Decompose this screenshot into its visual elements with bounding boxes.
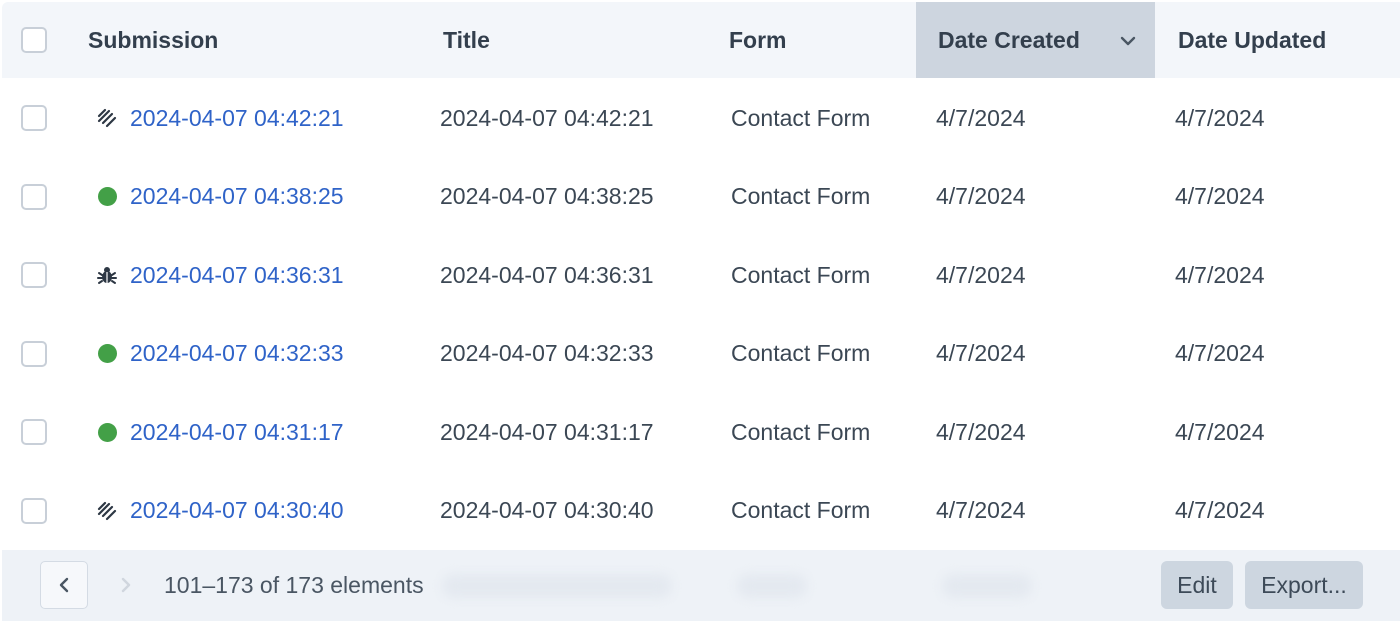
date-created-cell: 4/7/2024 [936,104,1026,131]
submission-cell: 2024-04-07 04:30:40 [96,472,344,550]
form-cell: Contact Form [731,497,871,523]
date-created-cell: 4/7/2024 [936,497,1026,523]
date-updated-cell: 4/7/2024 [1175,497,1265,523]
previous-page-button[interactable] [40,561,88,609]
submission-link[interactable]: 2024-04-07 04:38:25 [130,183,344,210]
edit-button[interactable]: Edit [1161,561,1233,609]
column-header-date-created[interactable]: Date Created [916,2,1155,78]
table-row[interactable]: 2024-04-07 04:31:17 2024-04-07 04:31:17 … [0,393,1400,471]
table-footer: 101–173 of 173 elements Edit Export... [2,550,1400,621]
submission-cell: 2024-04-07 04:38:25 [96,158,344,236]
form-cell: Contact Form [731,340,871,366]
column-header-title[interactable]: Title [443,2,713,78]
form-cell: Contact Form [731,418,871,445]
green-dot-icon [96,343,118,365]
row-checkbox[interactable] [21,340,47,367]
submission-link[interactable]: 2024-04-07 04:31:17 [130,419,344,446]
chevron-right-icon [121,577,131,593]
title-cell: 2024-04-07 04:38:25 [440,183,654,209]
signature-icon [96,107,118,129]
blurred-placeholder [442,574,672,598]
title-cell: 2024-04-07 04:36:31 [440,261,654,288]
column-header-label: Submission [88,26,219,53]
submission-cell: 2024-04-07 04:32:33 [96,315,344,393]
date-updated-cell: 4/7/2024 [1175,418,1265,445]
title-cell: 2024-04-07 04:31:17 [440,418,654,445]
blurred-placeholder [737,574,807,598]
pagination-status: 101–173 of 173 elements [164,572,424,598]
form-cell: Contact Form [731,261,871,288]
next-page-button[interactable] [102,561,150,609]
submission-link[interactable]: 2024-04-07 04:42:21 [130,105,344,132]
select-all-checkbox[interactable] [21,27,47,53]
date-updated-cell: 4/7/2024 [1175,340,1265,366]
row-checkbox[interactable] [21,183,47,210]
column-header-label: Form [729,26,787,53]
form-cell: Contact Form [731,183,871,209]
submission-link[interactable]: 2024-04-07 04:32:33 [130,340,344,367]
submission-link[interactable]: 2024-04-07 04:36:31 [130,262,344,289]
bug-icon [96,264,118,286]
green-dot-icon [96,421,118,443]
submission-cell: 2024-04-07 04:42:21 [96,79,344,157]
chevron-down-icon[interactable] [1119,34,1137,48]
table-row[interactable]: 2024-04-07 04:42:21 2024-04-07 04:42:21 … [0,79,1400,157]
signature-icon [96,500,118,522]
title-cell: 2024-04-07 04:42:21 [440,104,654,131]
row-checkbox[interactable] [21,497,47,524]
column-header-date-updated[interactable]: Date Updated [1178,2,1398,78]
table-header: Submission Title Form Date Created Date … [2,2,1400,78]
row-checkbox[interactable] [21,419,47,445]
column-header-form[interactable]: Form [729,2,909,78]
table-row[interactable]: 2024-04-07 04:38:25 2024-04-07 04:38:25 … [0,158,1400,236]
column-header-label: Title [443,26,490,53]
column-header-label: Date Updated [1178,26,1327,53]
table-row[interactable]: 2024-04-07 04:36:31 2024-04-07 04:36:31 … [0,236,1400,314]
title-cell: 2024-04-07 04:30:40 [440,497,654,523]
date-created-cell: 4/7/2024 [936,261,1026,288]
form-cell: Contact Form [731,104,871,131]
blurred-placeholder [942,574,1032,598]
column-header-label: Date Created [938,26,1080,53]
row-checkbox[interactable] [21,105,47,131]
title-cell: 2024-04-07 04:32:33 [440,340,654,366]
green-dot-icon [96,186,118,208]
row-checkbox[interactable] [21,262,47,288]
submissions-table: Submission Title Form Date Created Date … [0,0,1400,621]
date-created-cell: 4/7/2024 [936,418,1026,445]
chevron-left-icon [59,577,69,593]
date-created-cell: 4/7/2024 [936,183,1026,209]
table-row[interactable]: 2024-04-07 04:32:33 2024-04-07 04:32:33 … [0,315,1400,393]
date-updated-cell: 4/7/2024 [1175,104,1265,131]
date-created-cell: 4/7/2024 [936,340,1026,366]
table-row[interactable]: 2024-04-07 04:30:40 2024-04-07 04:30:40 … [0,472,1400,550]
export-button[interactable]: Export... [1245,561,1363,609]
column-header-submission[interactable]: Submission [88,2,428,78]
submission-cell: 2024-04-07 04:31:17 [96,393,344,471]
date-updated-cell: 4/7/2024 [1175,183,1265,209]
submission-cell: 2024-04-07 04:36:31 [96,236,344,314]
submission-link[interactable]: 2024-04-07 04:30:40 [130,497,344,524]
date-updated-cell: 4/7/2024 [1175,261,1265,288]
